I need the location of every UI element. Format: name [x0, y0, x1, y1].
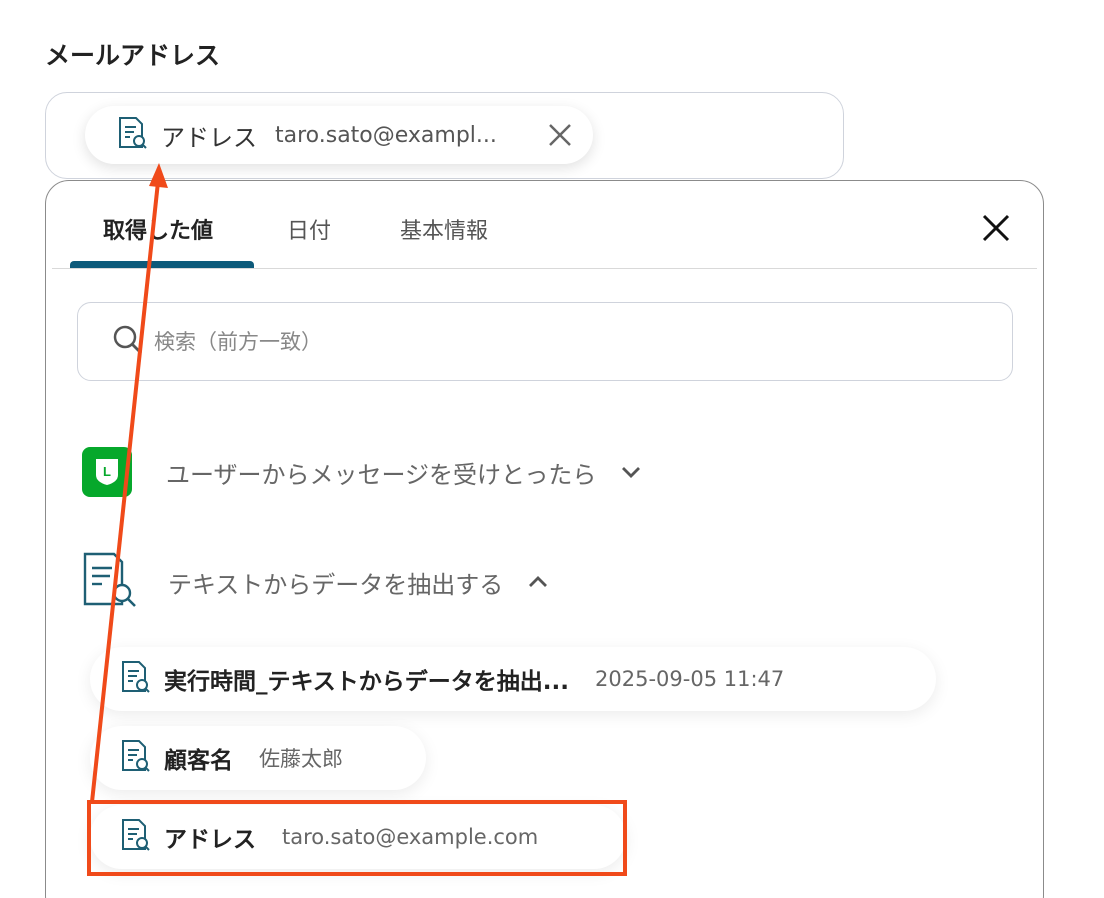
document-search-icon [117, 116, 147, 154]
item-name: 顧客名 [164, 748, 233, 774]
chevron-up-icon [527, 571, 549, 593]
group-line-trigger[interactable]: L ユーザーからメッセージを受けとったら [82, 447, 642, 497]
item-value: 佐藤太郎 [259, 747, 343, 771]
chip-name: アドレス [161, 123, 257, 152]
list-item[interactable]: 実行時間_テキストからデータを抽出... 2025-09-05 11:47 [90, 647, 936, 711]
tab-bar: 取得した値 日付 基本情報 [46, 181, 1043, 269]
line-logo: L [82, 447, 132, 497]
active-tab-indicator [70, 261, 254, 268]
tab-divider [52, 268, 1037, 269]
list-item[interactable]: 顧客名 佐藤太郎 [90, 726, 426, 790]
tab-date[interactable]: 日付 [287, 213, 331, 245]
selected-value-chip[interactable]: アドレス taro.sato@exampl... [85, 106, 593, 164]
group-title: テキストからデータを抽出する [168, 570, 504, 599]
document-search-icon [82, 551, 138, 613]
document-search-icon [120, 739, 150, 777]
item-value: taro.sato@example.com [282, 825, 539, 849]
field-label: メールアドレス [45, 41, 221, 70]
item-name: アドレス [164, 827, 256, 853]
item-name: 実行時間_テキストからデータを抽出... [164, 669, 570, 695]
remove-chip-icon[interactable] [547, 122, 573, 148]
chip-value: taro.sato@exampl... [275, 122, 497, 148]
document-search-icon [120, 660, 150, 698]
svg-text:L: L [103, 464, 111, 479]
tab-retrieved-values[interactable]: 取得した値 [103, 213, 213, 245]
group-extract-data[interactable]: テキストからデータを抽出する [82, 551, 549, 613]
chevron-down-icon [620, 461, 642, 483]
document-search-icon [120, 818, 150, 856]
list-item[interactable]: アドレス taro.sato@example.com [90, 805, 626, 869]
search-input[interactable] [154, 329, 974, 354]
search-icon [112, 324, 144, 360]
item-value: 2025-09-05 11:47 [595, 667, 785, 691]
search-box [77, 302, 1013, 381]
tab-basic-info[interactable]: 基本情報 [400, 213, 488, 245]
close-icon[interactable] [979, 211, 1013, 245]
group-title: ユーザーからメッセージを受けとったら [166, 460, 597, 489]
value-picker-panel: 取得した値 日付 基本情報 L ユーザーからメッセージを受けと [45, 180, 1044, 898]
